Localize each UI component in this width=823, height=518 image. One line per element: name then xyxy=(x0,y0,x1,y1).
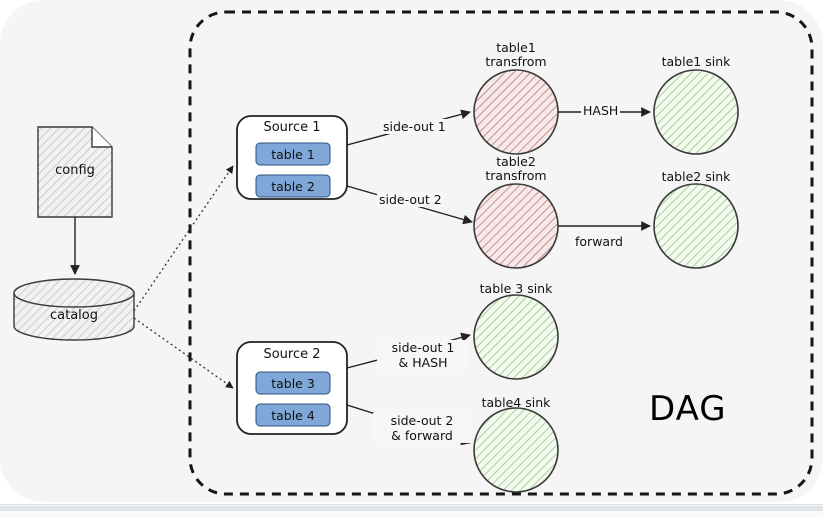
transform1-caption-line1: table1 xyxy=(496,40,536,55)
sink1-circle[interactable] xyxy=(653,69,739,155)
diagram-canvas: config catalog Source 1 table 1 table 2 … xyxy=(0,0,823,518)
transform2-caption-line2: transfrom xyxy=(485,168,547,184)
sink2-caption: table2 sink xyxy=(661,169,731,184)
config-label: config xyxy=(55,163,95,178)
edge-label-side-out-2-forward-line1: side-out 2 xyxy=(390,413,454,428)
source1-table1-label: table 1 xyxy=(271,147,315,162)
edge-label-side-out-1-hash-line2: & HASH xyxy=(398,355,448,370)
horizontal-scrollbar[interactable] xyxy=(0,504,823,518)
source2-table4-label: table 4 xyxy=(271,408,315,423)
catalog-label: catalog xyxy=(50,308,98,323)
sink4-caption: table4 sink xyxy=(481,395,551,410)
dag-title: DAG xyxy=(649,389,727,429)
edge-label-side-out-1-hash: side-out 1 & HASH xyxy=(377,340,469,370)
sink2-circle[interactable] xyxy=(653,183,739,269)
edge-catalog-source2 xyxy=(133,317,234,389)
transform1-caption-line2: transfrom xyxy=(485,54,547,70)
sink3-caption: table 3 sink xyxy=(479,281,553,296)
source2-label: Source 2 xyxy=(263,347,321,362)
source1-table2-label: table 2 xyxy=(271,179,315,194)
transform2-caption-line1: table2 xyxy=(496,154,536,169)
edge-label-hash: HASH xyxy=(581,103,621,118)
transform2-circle[interactable] xyxy=(473,183,559,269)
edge-label-forward: forward xyxy=(573,234,625,249)
transform1-caption: table1 transfrom xyxy=(456,40,576,70)
sink3-circle[interactable] xyxy=(473,294,559,380)
sink1-caption: table1 sink xyxy=(661,54,731,69)
edge-label-side-out-2-forward-line2: & forward xyxy=(391,428,453,443)
edge-label-side-out-2-forward: side-out 2 & forward xyxy=(373,413,471,443)
transform2-caption: table2 transfrom xyxy=(456,154,576,184)
sink4-circle[interactable] xyxy=(473,407,559,493)
edge-label-side-out-1-hash-line1: side-out 1 xyxy=(391,340,455,355)
edge-catalog-source1 xyxy=(133,165,234,312)
edge-label-side-out-1: side-out 1 xyxy=(381,119,448,134)
source2-table3-label: table 3 xyxy=(271,376,315,391)
transform1-circle[interactable] xyxy=(473,69,559,155)
scrollbar-thumb[interactable] xyxy=(0,506,823,511)
source1-label: Source 1 xyxy=(263,120,321,135)
edge-label-side-out-2: side-out 2 xyxy=(377,192,444,207)
